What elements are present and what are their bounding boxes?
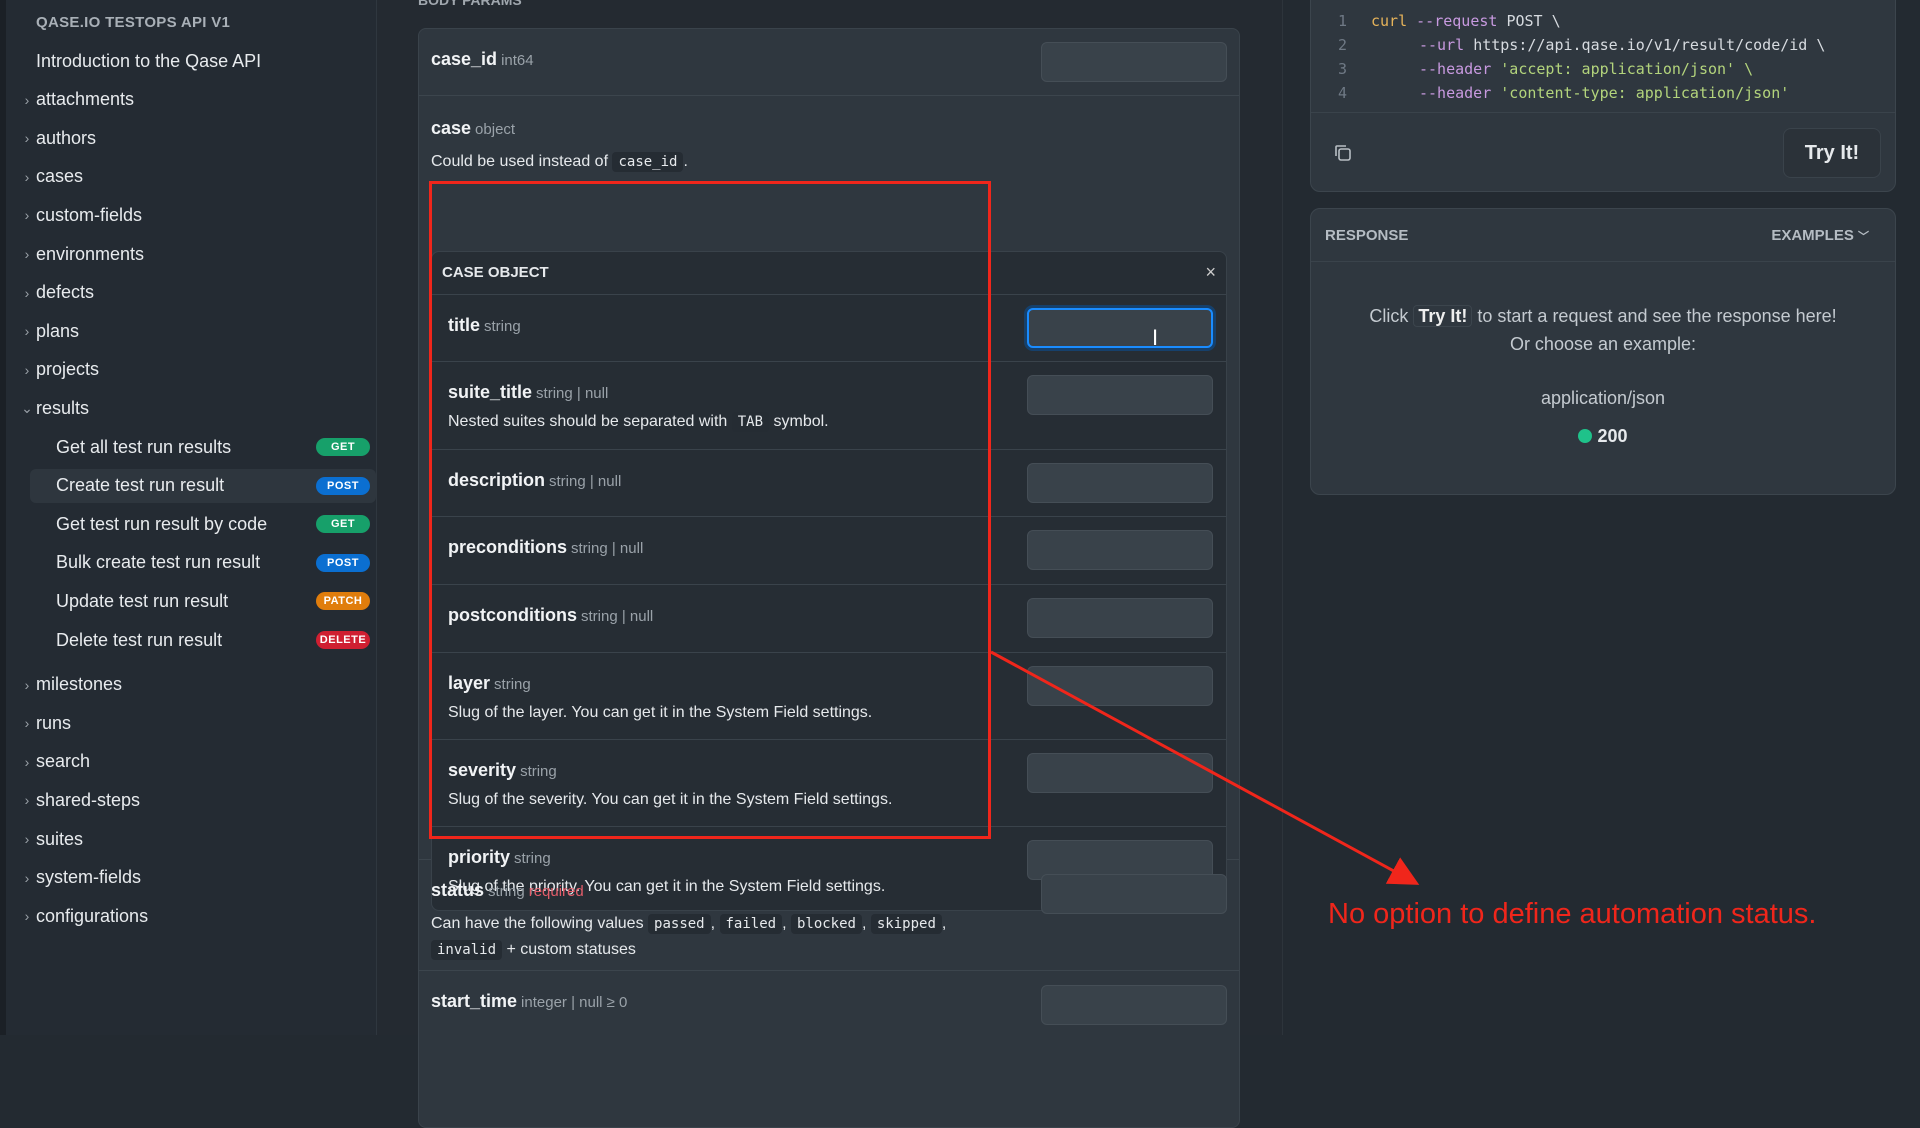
annotation-arrow [990,650,1420,885]
annotation-text: No option to define automation status. [1328,898,1817,930]
